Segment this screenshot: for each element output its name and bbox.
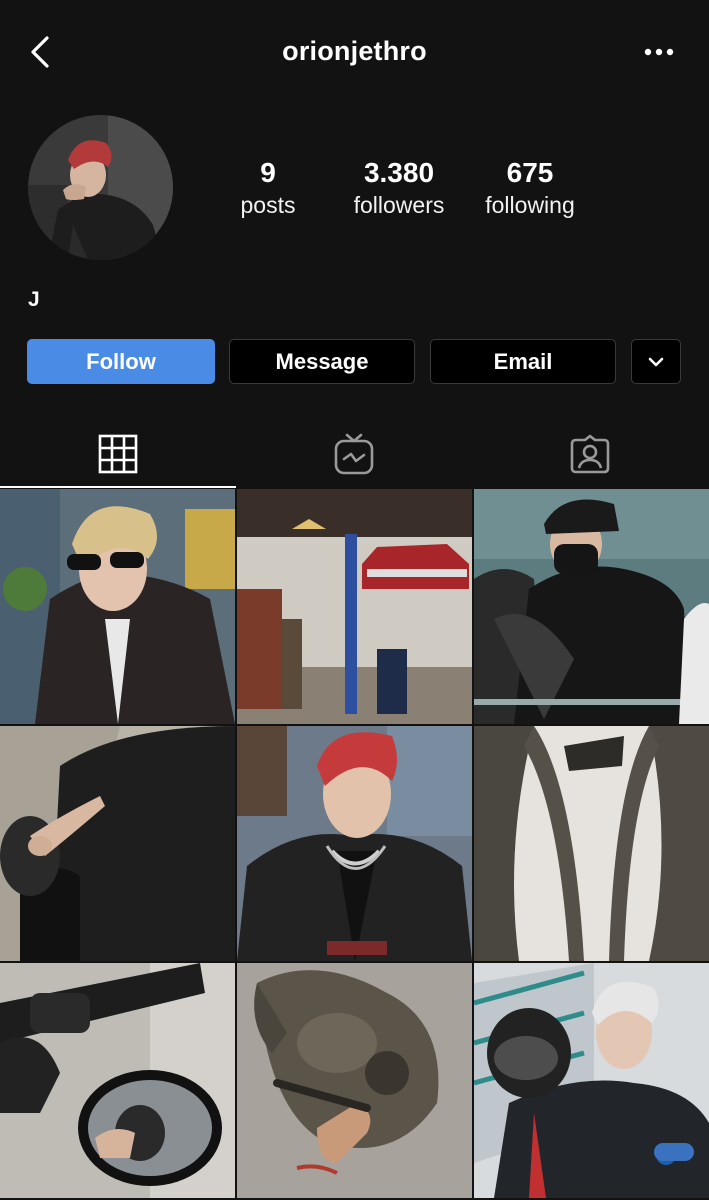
igtv-icon (334, 433, 374, 475)
followers-count-value: 3.380 (363, 157, 435, 188)
post-thumbnail[interactable] (474, 489, 709, 724)
post-thumbnail[interactable] (237, 726, 472, 961)
tab-posts-grid[interactable] (0, 420, 236, 488)
tab-tagged[interactable] (472, 420, 708, 488)
followers-count[interactable]: 3.380 followers (340, 156, 458, 220)
following-count-value: 675 (506, 157, 554, 188)
active-tab-indicator (0, 486, 236, 488)
top-bar: orionjethro (0, 0, 709, 104)
suggested-accounts-button[interactable] (631, 339, 681, 384)
followers-count-label: followers (353, 192, 445, 218)
email-button[interactable]: Email (430, 339, 616, 384)
grid-icon (98, 434, 138, 474)
chevron-down-icon (648, 357, 664, 366)
profile-display-name: J (28, 288, 40, 311)
post-thumbnail[interactable] (0, 489, 235, 724)
tab-igtv[interactable] (236, 420, 472, 488)
tagged-person-icon (570, 434, 610, 474)
following-count-label: following (485, 192, 575, 218)
profile-avatar[interactable] (28, 115, 173, 260)
posts-count-label: posts (240, 192, 296, 218)
post-thumbnail[interactable] (0, 726, 235, 961)
post-thumbnail[interactable] (237, 963, 472, 1198)
following-count[interactable]: 675 following (474, 156, 586, 220)
ellipsis-icon (644, 48, 674, 56)
post-thumbnail[interactable] (237, 489, 472, 724)
more-options-button[interactable] (639, 40, 679, 64)
post-thumbnail[interactable] (474, 963, 709, 1198)
profile-username: orionjethro (282, 36, 427, 66)
posts-grid (0, 489, 709, 1200)
follow-button[interactable]: Follow (27, 339, 215, 384)
post-thumbnail[interactable] (0, 963, 235, 1198)
message-button[interactable]: Message (229, 339, 415, 384)
post-thumbnail[interactable] (474, 726, 709, 961)
posts-count-value: 9 (260, 157, 276, 188)
posts-count: 9 posts (222, 156, 314, 220)
